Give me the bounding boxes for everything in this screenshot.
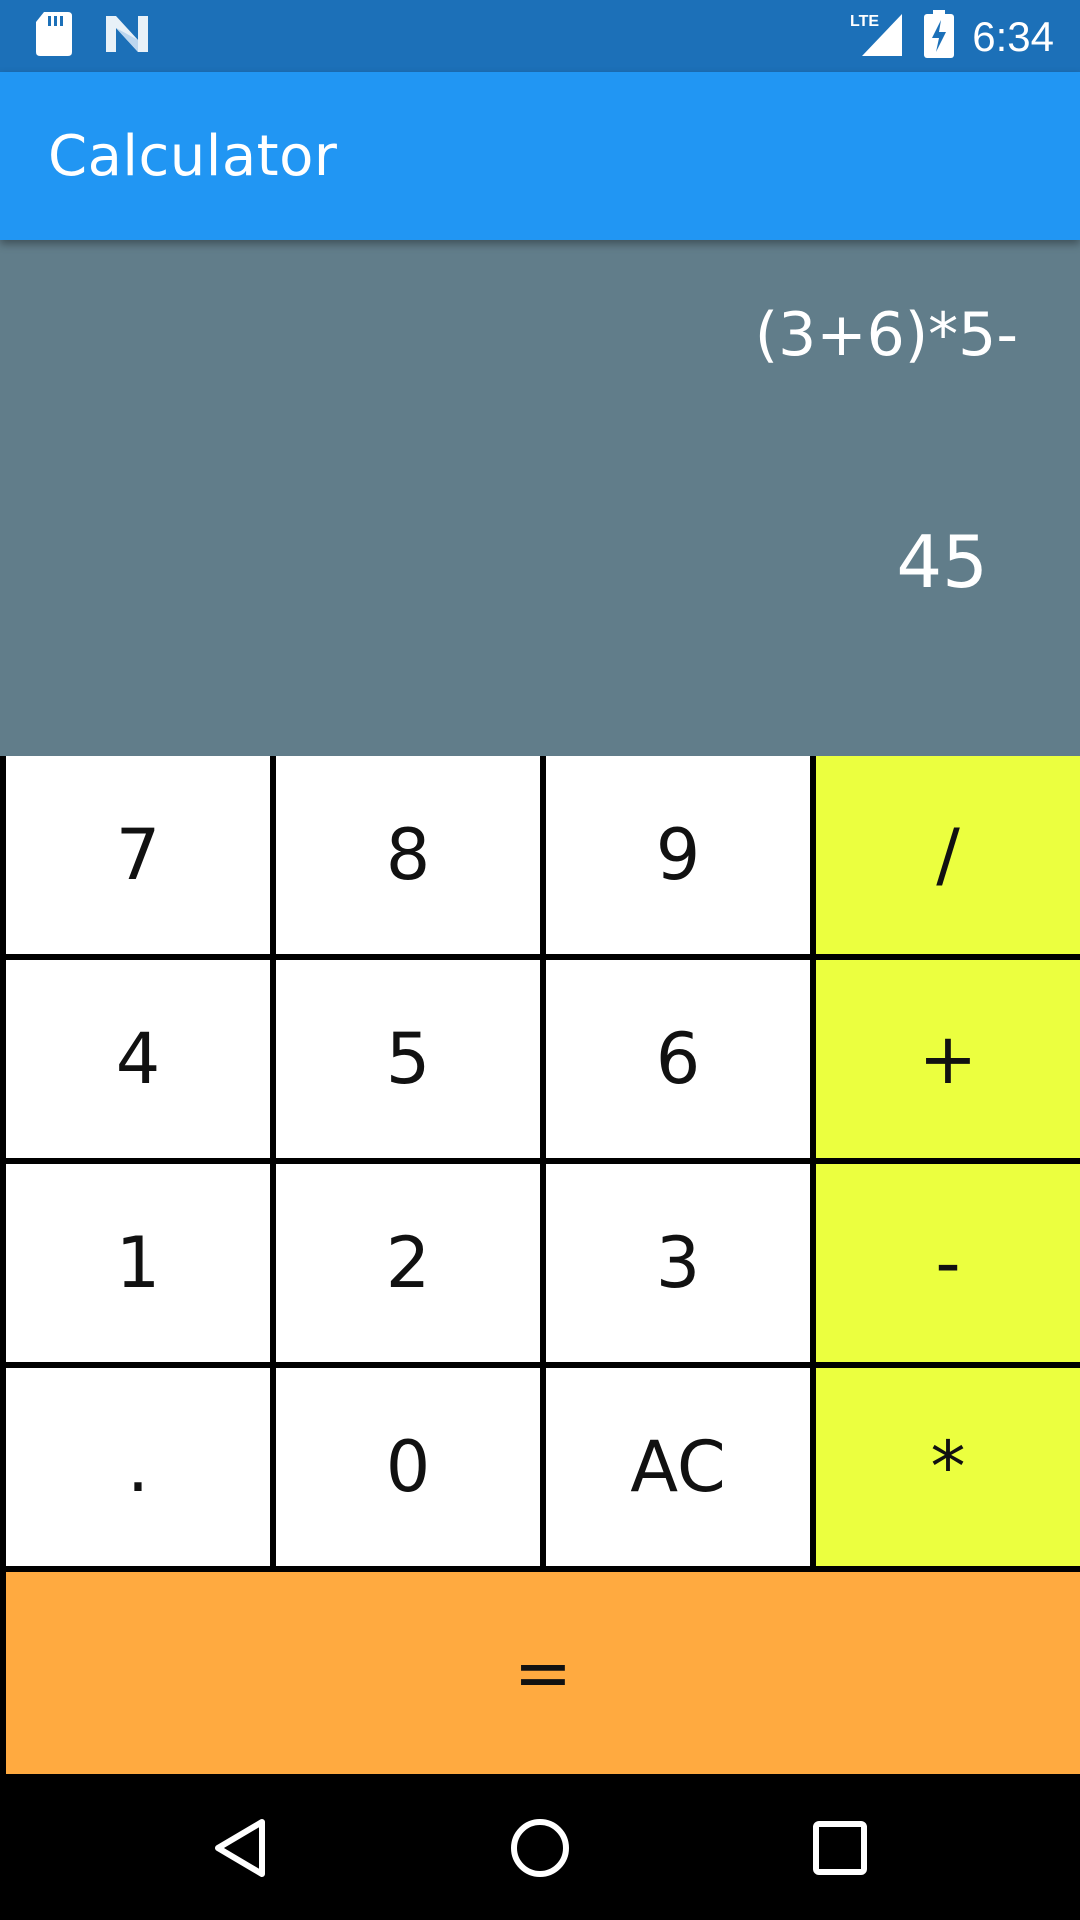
back-icon[interactable]	[200, 1810, 280, 1886]
battery-charging-icon	[924, 10, 955, 63]
svg-text:LTE: LTE	[850, 13, 879, 30]
status-bar: LTE 6:34	[0, 0, 1080, 72]
sd-card-icon	[36, 12, 72, 61]
key-minus[interactable]: -	[816, 1164, 1080, 1362]
key-1[interactable]: 1	[6, 1164, 270, 1362]
key-plus[interactable]: +	[816, 960, 1080, 1158]
home-icon[interactable]	[500, 1810, 580, 1886]
equals-button[interactable]: =	[6, 1572, 1080, 1774]
recents-icon[interactable]	[800, 1810, 880, 1886]
key-divide[interactable]: /	[816, 756, 1080, 954]
expression-text: (3+6)*5-	[754, 300, 1018, 370]
key-multiply[interactable]: *	[816, 1368, 1080, 1566]
keypad: 7 8 9 / 4 5 6 + 1 2 3 - . 0 AC * =	[0, 756, 1080, 1774]
key-4[interactable]: 4	[6, 960, 270, 1158]
n-logo-icon	[104, 14, 150, 59]
result-text: 45	[896, 520, 988, 604]
key-6[interactable]: 6	[546, 960, 810, 1158]
key-decimal[interactable]: .	[6, 1368, 270, 1566]
clock: 6:34	[972, 12, 1054, 60]
key-clear[interactable]: AC	[546, 1368, 810, 1566]
app-bar: Calculator	[0, 72, 1080, 240]
key-3[interactable]: 3	[546, 1164, 810, 1362]
page-title: Calculator	[48, 124, 338, 189]
calculator-display: (3+6)*5- 45	[0, 240, 1080, 756]
key-0[interactable]: 0	[276, 1368, 540, 1566]
navigation-bar	[0, 1774, 1080, 1920]
key-7[interactable]: 7	[6, 756, 270, 954]
phone-screen: LTE 6:34 Calculator (3+6)*5- 45 7 8 9 / …	[0, 0, 1080, 1920]
key-8[interactable]: 8	[276, 756, 540, 954]
key-5[interactable]: 5	[276, 960, 540, 1158]
key-9[interactable]: 9	[546, 756, 810, 954]
signal-icon: LTE	[850, 10, 906, 63]
key-2[interactable]: 2	[276, 1164, 540, 1362]
